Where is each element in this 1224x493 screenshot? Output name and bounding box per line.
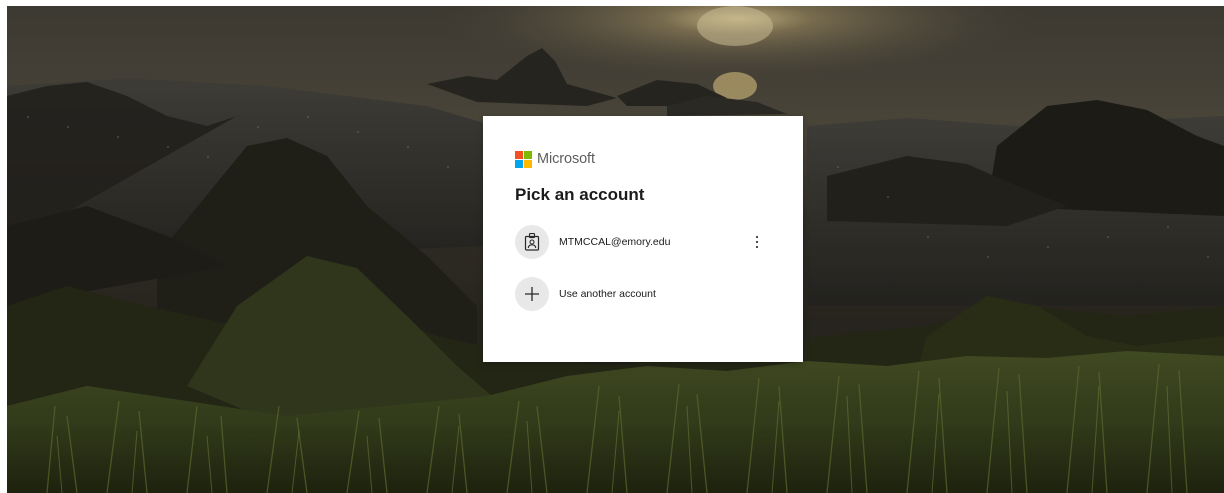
brand-name: Microsoft: [537, 151, 595, 167]
account-tile[interactable]: MTMCCAL@emory.edu: [507, 222, 779, 262]
more-options-icon[interactable]: [745, 230, 769, 254]
account-avatar: [515, 225, 549, 259]
plus-avatar: [515, 277, 549, 311]
page-title: Pick an account: [515, 185, 645, 204]
account-picker-dialog: Microsoft Pick an account MTMCCAL@emory.…: [483, 116, 803, 362]
badge-icon: [524, 233, 540, 251]
account-email: MTMCCAL@emory.edu: [559, 236, 671, 248]
use-another-account-label: Use another account: [559, 288, 656, 300]
plus-icon: [525, 287, 539, 301]
brand-header: Microsoft: [515, 148, 771, 170]
microsoft-logo-icon: [515, 150, 532, 168]
use-another-account-button[interactable]: Use another account: [507, 274, 779, 314]
sign-in-page: Microsoft Pick an account MTMCCAL@emory.…: [7, 6, 1224, 493]
